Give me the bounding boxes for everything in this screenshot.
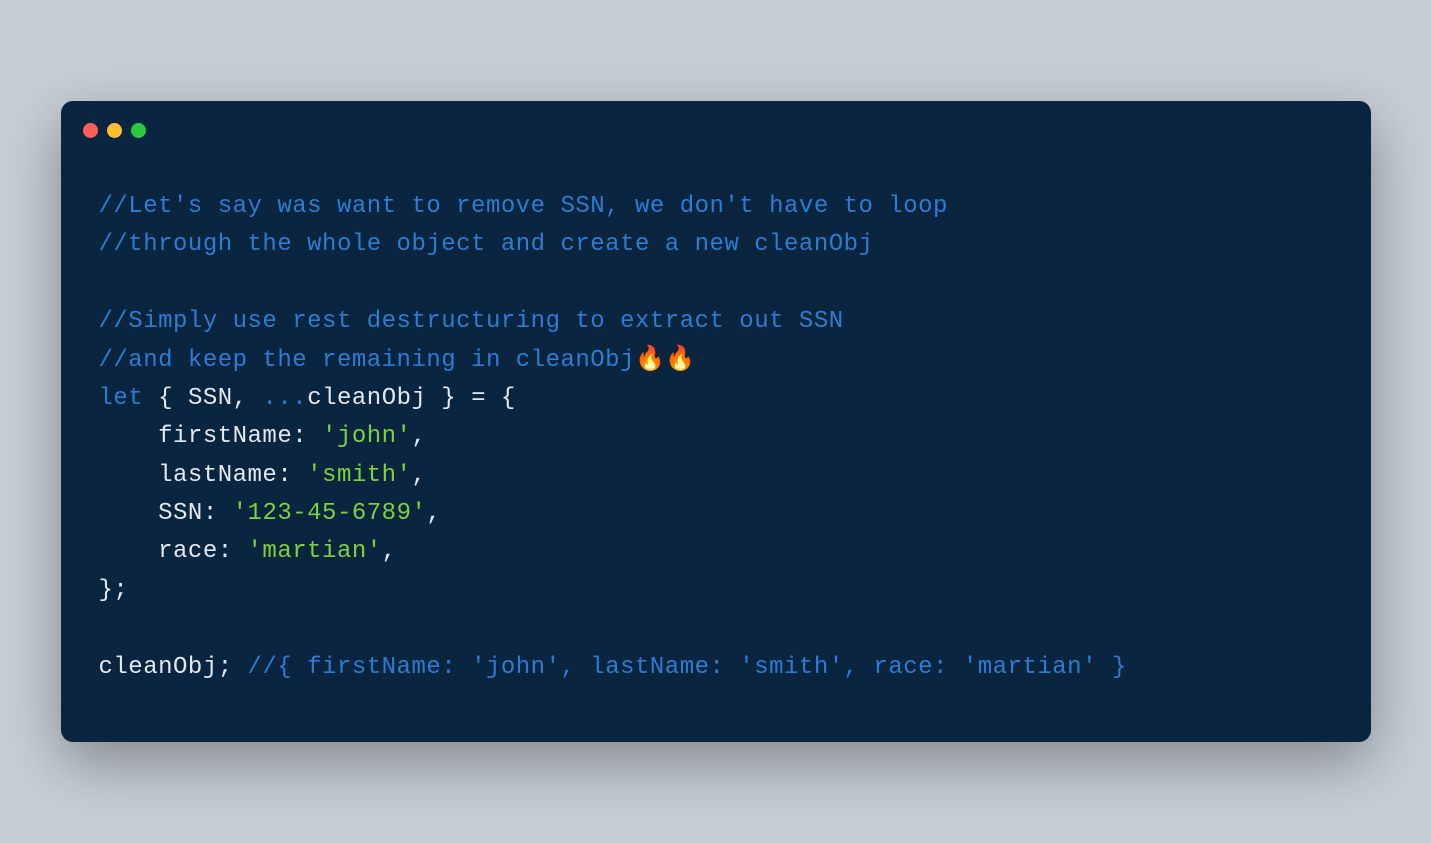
code-line: //through the whole object and create a … — [99, 226, 1333, 264]
code-token-ident: cleanObj — [99, 654, 218, 681]
code-token-prop: SSN — [158, 500, 203, 527]
code-token-spread: ... — [262, 385, 307, 412]
code-token-punct: , — [233, 385, 263, 412]
code-line: cleanObj; //{ firstName: 'john', lastNam… — [99, 649, 1333, 687]
code-token-punct: : — [292, 423, 322, 450]
code-line: race: 'martian', — [99, 533, 1333, 571]
code-line: let { SSN, ...cleanObj } = { — [99, 380, 1333, 418]
code-token-punct: : — [203, 500, 233, 527]
code-token-comment: //and keep the remaining in cleanObj🔥🔥 — [99, 347, 696, 374]
code-token-punct: , — [411, 423, 426, 450]
code-token-punct — [99, 462, 159, 489]
code-token-comment: //Let's say was want to remove SSN, we d… — [99, 193, 948, 220]
code-token-string: 'smith' — [307, 462, 411, 489]
code-token-prop: firstName — [158, 423, 292, 450]
code-token-string: 'martian' — [248, 538, 382, 565]
code-line — [99, 610, 1333, 648]
code-token-ident: SSN — [188, 385, 233, 412]
close-window-dot[interactable] — [83, 123, 98, 138]
code-line: }; — [99, 572, 1333, 610]
code-token-punct: } = { — [426, 385, 515, 412]
code-token-punct: , — [382, 538, 397, 565]
code-token-punct: ; — [218, 654, 248, 681]
code-token-punct: , — [411, 462, 426, 489]
code-line: //Let's say was want to remove SSN, we d… — [99, 188, 1333, 226]
code-token-punct: { — [143, 385, 188, 412]
minimize-window-dot[interactable] — [107, 123, 122, 138]
code-line: firstName: 'john', — [99, 418, 1333, 456]
code-line: SSN: '123-45-6789', — [99, 495, 1333, 533]
code-token-prop: lastName — [158, 462, 277, 489]
code-token-prop: race — [158, 538, 218, 565]
code-content: //Let's say was want to remove SSN, we d… — [61, 188, 1371, 687]
code-line — [99, 265, 1333, 303]
code-line: //and keep the remaining in cleanObj🔥🔥 — [99, 342, 1333, 380]
code-token-punct — [99, 500, 159, 527]
code-token-punct — [99, 538, 159, 565]
window-controls — [61, 123, 1371, 138]
code-token-comment: //through the whole object and create a … — [99, 231, 874, 258]
maximize-window-dot[interactable] — [131, 123, 146, 138]
code-token-string: 'john' — [322, 423, 411, 450]
code-token-punct: : — [218, 538, 248, 565]
code-token-punct: }; — [99, 577, 129, 604]
code-line: lastName: 'smith', — [99, 457, 1333, 495]
code-token-keyword: let — [99, 385, 144, 412]
code-token-comment: //{ firstName: 'john', lastName: 'smith'… — [248, 654, 1127, 681]
code-token-ident: cleanObj — [307, 385, 426, 412]
code-line: //Simply use rest destructuring to extra… — [99, 303, 1333, 341]
code-token-comment: //Simply use rest destructuring to extra… — [99, 308, 844, 335]
code-window: //Let's say was want to remove SSN, we d… — [61, 101, 1371, 742]
code-token-string: '123-45-6789' — [233, 500, 427, 527]
code-token-punct — [99, 423, 159, 450]
code-token-punct: : — [277, 462, 307, 489]
code-token-punct: , — [426, 500, 441, 527]
